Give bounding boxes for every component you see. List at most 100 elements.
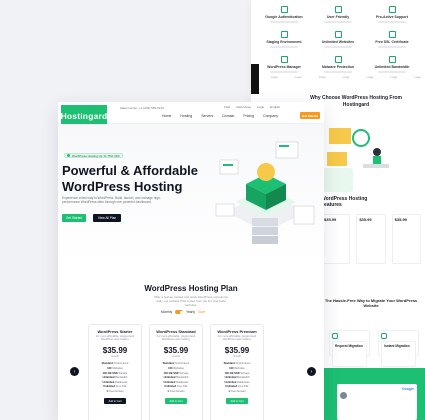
feature-icon (334, 56, 342, 63)
hero-subtitle: Experience a fast way to WordPress. Buil… (62, 196, 161, 205)
plan-period: /month (111, 355, 119, 359)
feature-icon (280, 31, 288, 38)
migration-options: Request Migration Instant Migration (329, 330, 419, 367)
avatar (340, 392, 347, 400)
feature-image (323, 168, 353, 192)
billing-toggle[interactable]: Monthly Yearly Save (161, 310, 205, 314)
nav-pricing[interactable]: Pricing (243, 114, 254, 118)
feature-title: Malware Protection (321, 65, 355, 69)
plan-feature: 1 Free Domain (228, 389, 246, 393)
plans-title: WordPress Hosting Plan (144, 284, 238, 293)
badge-dot-icon (67, 154, 70, 157)
partner-logo: Logo (414, 75, 421, 79)
header: Hostingard Sales Center: +1 (202) 555-01… (58, 102, 324, 127)
plan-features: Standard Performance 100 Websites 100 GB… (93, 362, 137, 394)
mini-card: $35.99 (391, 214, 421, 264)
feature-title: Staging Environment (266, 40, 302, 44)
nav-servers[interactable]: Servers (201, 114, 213, 118)
billing-switch[interactable] (175, 310, 184, 314)
features-grid: Google Authentication User Friendly Pro-… (257, 6, 419, 73)
plan-name: WordPress Premium (217, 329, 257, 334)
hero-title-line: WordPress Hosting (62, 178, 183, 194)
feature-item: User Friendly (311, 6, 365, 23)
side-strip (251, 64, 259, 94)
toggle-yearly-label[interactable]: Yearly (186, 310, 195, 314)
sales-contact: Sales Center: +1 (202) 555-0143 (120, 106, 164, 110)
chevron-left-icon[interactable]: ‹ (70, 367, 79, 376)
nav-company[interactable]: Company (263, 114, 278, 118)
migration-icon (332, 333, 338, 339)
migration-card[interactable]: Instant Migration (378, 330, 419, 367)
feature-icon (388, 31, 396, 38)
google-logo: Google (401, 387, 414, 391)
get-started-button[interactable]: Get Started (300, 112, 320, 119)
section-title: WordPress Hosting Features (321, 196, 368, 208)
add-to-cart-button[interactable]: Add to Cart (165, 398, 187, 405)
plans-subtitle: Offer a feature-loaded and quick WordPre… (153, 295, 229, 307)
migration-card[interactable]: Request Migration (329, 330, 370, 367)
feature-title: Google Authentication (265, 15, 303, 19)
plan-desc: For more affordable, single-brand WordPr… (156, 335, 196, 342)
feature-icon (388, 6, 396, 13)
chevron-right-icon[interactable]: › (307, 367, 316, 376)
plan-desc: For more affordable, single-brand WordPr… (217, 335, 257, 342)
get-started-button[interactable]: Get Started (62, 214, 86, 222)
top-links: Chat Client Area Login English (224, 105, 280, 109)
main-nav: Home Hosting Servers Domain Pricing Comp… (162, 114, 278, 118)
review-card: Google (337, 384, 417, 420)
feature-item: Malware Protection (311, 56, 365, 73)
feature-icon (334, 31, 342, 38)
feature-item: Pro-Active Support (365, 6, 419, 23)
partner-logo: Logo (318, 75, 326, 79)
plan-feature: 1 Free Domain (106, 389, 124, 393)
partner-logos: Logo Logo Logo Logo Logo Logo Logo (271, 75, 421, 79)
add-to-cart-button[interactable]: Add to Cart (104, 398, 126, 405)
feature-icon (334, 6, 342, 13)
feature-item: WordPress Manager (257, 56, 311, 73)
feature-title: Free SSL Certificate (375, 40, 409, 44)
mini-card: $35.99 (356, 214, 386, 264)
feature-item: Free SSL Certificate (365, 31, 419, 48)
add-to-cart-button[interactable]: Add to Cart (226, 398, 248, 405)
migration-icon (381, 333, 387, 339)
feature-title: User Friendly (326, 15, 350, 19)
plan-period: /month (172, 355, 180, 359)
toggle-monthly-label[interactable]: Monthly (161, 310, 172, 314)
partner-logo: Logo (342, 75, 350, 79)
plan-name: WordPress Standard (156, 329, 196, 334)
feature-title: Pro-Active Support (376, 15, 408, 19)
client-area-link[interactable]: Client Area (236, 105, 251, 109)
feature-item: Google Authentication (257, 6, 311, 23)
chat-link[interactable]: Chat (224, 105, 230, 109)
nav-home[interactable]: Home (162, 114, 171, 118)
plan-name: WordPress Starter (97, 329, 133, 334)
badge-text: WordPress Hosting Up To 75% OFF (72, 153, 121, 158)
discount-badge: WordPress Hosting Up To 75% OFF (64, 153, 124, 158)
partner-logo: Logo (271, 75, 278, 79)
plan-card-standard: WordPress Standard For more affordable, … (149, 324, 203, 420)
plan-feature: 1 Free Domain (167, 389, 185, 393)
nav-hosting[interactable]: Hosting (180, 114, 192, 118)
nav-domain[interactable]: Domain (222, 114, 234, 118)
login-link[interactable]: Login (257, 105, 264, 109)
feature-item: Unlimited Bandwidth (365, 56, 419, 73)
plan-features: Standard Performance 100 Websites 100 GB… (154, 362, 198, 394)
feature-icon (388, 56, 396, 63)
plan-period: /month (233, 355, 241, 359)
partner-logo: Logo (294, 75, 302, 79)
migrate-title: The Hassle-Free Way to Migrate Your Word… (324, 298, 418, 309)
feature-item: Unlimited Websites (311, 31, 365, 48)
view-plans-button[interactable]: View All Plan (93, 214, 121, 222)
partner-logo: Logo (390, 75, 398, 79)
mini-card: $35.99 (321, 214, 351, 264)
language-select[interactable]: English (270, 105, 280, 109)
main-page-preview: Hostingard Sales Center: +1 (202) 555-01… (58, 102, 324, 420)
hero-title: Powerful & Affordable WordPress Hosting (62, 163, 202, 195)
mini-pricing-cards: $35.99 $35.99 $35.99 (321, 214, 421, 264)
feature-icon (280, 56, 288, 63)
save-label: Save (197, 310, 206, 314)
plans-header: WordPress Hosting Plan Offer a feature-l… (58, 284, 324, 308)
migration-card-title: Request Migration (332, 341, 367, 367)
isometric-server-illustration (215, 141, 315, 244)
feature-title: Unlimited Websites (321, 40, 355, 44)
